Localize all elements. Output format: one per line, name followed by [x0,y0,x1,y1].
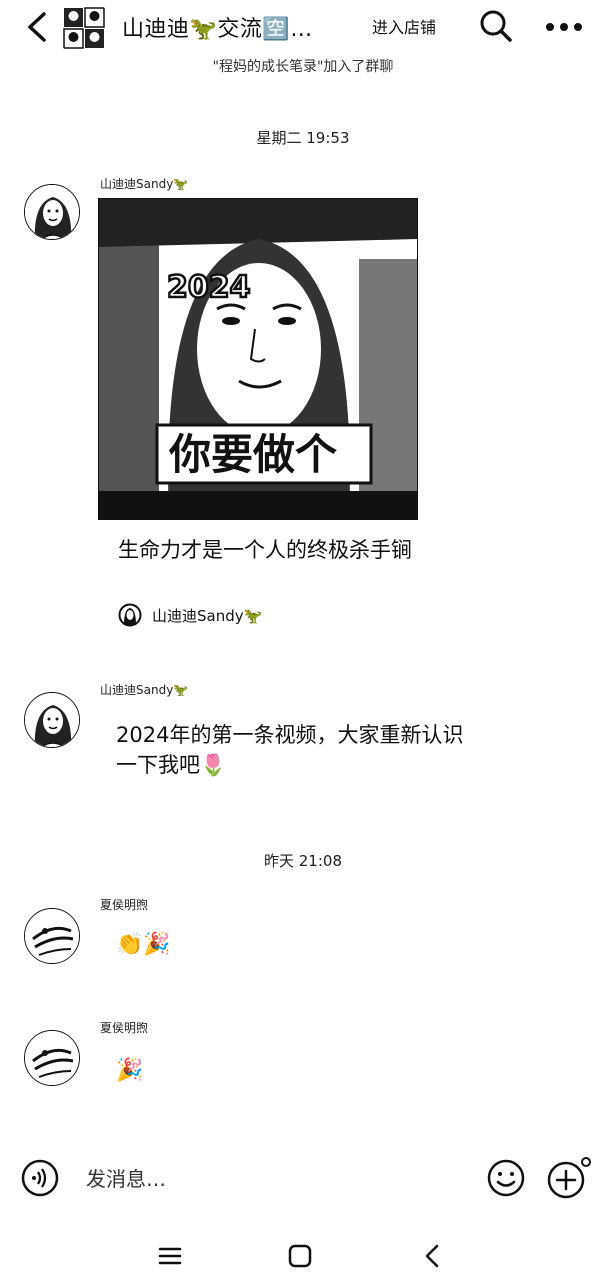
sender-name: 夏侯明煦 [100,1021,149,1035]
card-author[interactable]: 山迪迪Sandy🦖 [118,602,262,628]
search-icon[interactable] [478,8,514,44]
menu-icon[interactable] [156,1242,184,1270]
sender-name: 夏侯明煦 [100,898,149,912]
avatar-xiahou[interactable] [24,908,80,964]
emoji-message[interactable]: 👏🎉 [116,930,171,960]
plus-icon[interactable] [544,1156,594,1200]
emoji-message[interactable]: 🎉 [116,1056,143,1086]
avatar-sandy[interactable] [24,184,80,240]
sender-name: 山迪迪Sandy🦖 [100,177,189,191]
card-overlay-text: 你要做个 [168,430,337,479]
video-thumbnail: 2024 你要做个 [99,199,417,519]
card-overlay-year: 2024 [167,270,251,305]
card-caption: 生命力才是一个人的终极杀手锏 [118,538,412,562]
back-nav-icon[interactable] [418,1242,446,1270]
timestamp: 星期二 19:53 [256,129,350,147]
sender-name: 山迪迪Sandy🦖 [100,683,189,697]
avatar-sandy[interactable] [24,692,80,748]
group-avatar[interactable] [62,6,106,50]
voice-icon[interactable] [20,1158,60,1198]
timestamp: 昨天 21:08 [264,852,342,870]
video-card[interactable]: 2024 你要做个 [98,198,418,520]
enter-store-button[interactable]: 进入店铺 [372,14,436,38]
back-icon[interactable] [22,10,52,44]
avatar-xiahou[interactable] [24,1030,80,1086]
join-notice: "程妈的成长笔录"加入了群聊 [212,59,394,75]
home-icon[interactable] [286,1242,314,1270]
emoji-icon[interactable] [486,1158,526,1198]
message-text[interactable]: 2024年的第一条视频，大家重新认识一下我吧🌷 [116,720,476,780]
more-icon[interactable] [544,10,584,44]
message-input[interactable] [84,1158,478,1200]
author-avatar-icon [118,603,142,627]
card-author-name: 山迪迪Sandy🦖 [152,606,263,625]
chat-title[interactable]: 山迪迪🦖交流🈳… [122,11,313,43]
